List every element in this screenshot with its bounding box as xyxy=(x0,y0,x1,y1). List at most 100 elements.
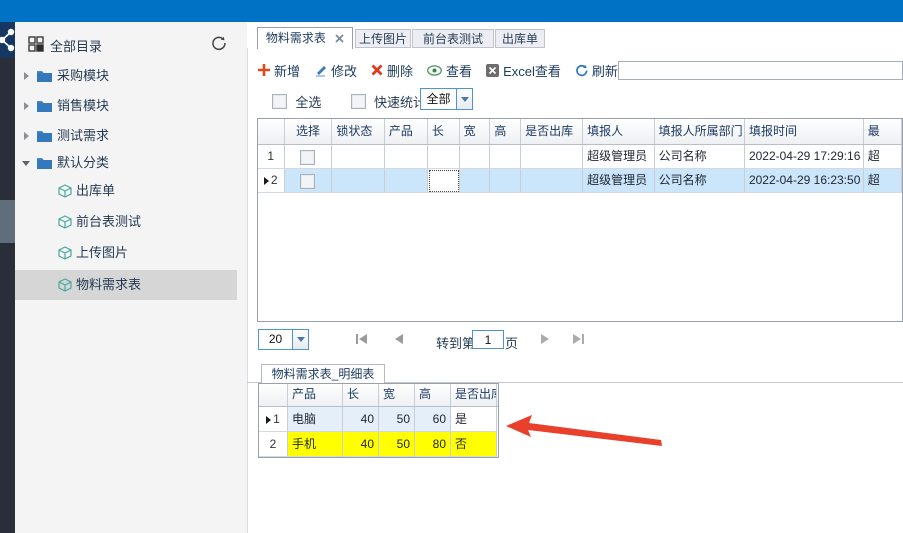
row-checkbox[interactable] xyxy=(300,174,315,189)
page-size-dropdown[interactable]: 20 xyxy=(258,329,309,350)
main-grid: 选择 锁状态 产品 长 宽 高 是否出库 填报人 填报人所属部门 填报时间 最 … xyxy=(257,118,903,322)
cell-length[interactable]: 40 xyxy=(343,432,379,457)
sidebar-item-outbound-order[interactable]: 出库单 xyxy=(15,176,247,206)
cell-time[interactable]: 2022-04-29 16:23:50 xyxy=(745,169,864,193)
delete-button[interactable]: 删除 xyxy=(371,61,413,80)
header-width[interactable]: 宽 xyxy=(460,119,491,144)
cell-width[interactable]: 50 xyxy=(379,432,415,457)
sidebar-item-default-category[interactable]: 默认分类 xyxy=(15,148,247,178)
sidebar-item-material-demand-selected[interactable]: 物料需求表 xyxy=(15,270,237,300)
header-product[interactable]: 产品 xyxy=(288,384,343,406)
table-row[interactable]: 1 超级管理员 公司名称 2022-04-29 17:29:16 超 xyxy=(258,145,902,169)
header-product[interactable]: 产品 xyxy=(385,119,428,144)
row-checkbox[interactable] xyxy=(300,150,315,165)
sidebar-item-test-demand[interactable]: 测试需求 xyxy=(15,121,247,151)
header-reporter-dept[interactable]: 填报人所属部门 xyxy=(655,119,745,144)
next-page-icon[interactable] xyxy=(540,333,550,345)
cell-width[interactable]: 50 xyxy=(379,407,415,432)
header-height[interactable]: 高 xyxy=(490,119,521,144)
cell-product[interactable]: 手机 xyxy=(288,432,343,457)
table-row-highlighted[interactable]: 2 手机 40 50 80 否 xyxy=(259,432,498,457)
cell-height[interactable] xyxy=(490,145,521,169)
cell-time[interactable]: 2022-04-29 17:29:16 xyxy=(745,145,864,169)
header-height[interactable]: 高 xyxy=(415,384,451,406)
sidebar-item-purchase-module[interactable]: 采购模块 xyxy=(15,61,247,91)
header-clipped[interactable]: 最 xyxy=(864,119,902,144)
cell-length[interactable]: 40 xyxy=(343,407,379,432)
collapse-arrow-icon[interactable] xyxy=(24,102,29,110)
sidebar-tree-panel: 全部目录 采购模块 销售模块 xyxy=(15,22,247,533)
cell-outbound[interactable]: 否 xyxy=(451,432,497,457)
cell-length[interactable] xyxy=(428,145,460,169)
cell-product[interactable] xyxy=(385,145,428,169)
cell-height[interactable]: 60 xyxy=(415,407,451,432)
cell-outbound[interactable] xyxy=(521,169,583,193)
first-page-icon[interactable] xyxy=(355,333,368,345)
header-report-time[interactable]: 填报时间 xyxy=(745,119,864,144)
search-input[interactable] xyxy=(618,61,903,80)
prev-page-icon[interactable] xyxy=(394,333,404,345)
header-outbound[interactable]: 是否出库 xyxy=(451,384,497,406)
cell-lockstate[interactable] xyxy=(332,145,385,169)
folder-icon xyxy=(37,99,52,112)
cell-product[interactable]: 电脑 xyxy=(288,407,343,432)
cell-length-focused[interactable] xyxy=(428,169,460,193)
sidebar-item-sales-module[interactable]: 销售模块 xyxy=(15,91,247,121)
expand-arrow-icon[interactable] xyxy=(22,161,30,166)
strip-scrollbar-thumb[interactable] xyxy=(0,200,15,243)
cell-clipped[interactable]: 超 xyxy=(864,145,902,169)
cell-height[interactable]: 80 xyxy=(415,432,451,457)
cube-icon xyxy=(58,215,72,229)
refresh-button[interactable]: 刷新 xyxy=(575,61,618,80)
last-page-icon[interactable] xyxy=(572,333,585,345)
cell-width[interactable] xyxy=(460,169,491,193)
header-length[interactable]: 长 xyxy=(428,119,460,144)
table-row-current[interactable]: 1 电脑 40 50 60 是 xyxy=(259,407,498,432)
tab-upload-image[interactable]: 上传图片 xyxy=(355,29,411,48)
excel-view-button[interactable]: Excel查看 xyxy=(486,61,561,80)
x-icon xyxy=(371,64,383,76)
cell-product[interactable] xyxy=(385,169,428,193)
cell-width[interactable] xyxy=(460,145,491,169)
refresh-label: 刷新 xyxy=(592,61,618,80)
header-lockstate[interactable]: 锁状态 xyxy=(332,119,385,144)
sidebar-item-upload-image[interactable]: 上传图片 xyxy=(15,238,247,268)
header-select[interactable]: 选择 xyxy=(285,119,333,144)
tab-close-icon[interactable] xyxy=(335,34,344,43)
cell-height[interactable] xyxy=(490,169,521,193)
goto-page-input[interactable] xyxy=(472,330,504,349)
tab-outbound-order[interactable]: 出库单 xyxy=(495,29,545,48)
sidebar-item-front-table-test[interactable]: 前台表测试 xyxy=(15,207,247,237)
tab-material-demand-active[interactable]: 物料需求表 xyxy=(257,27,353,49)
cube-icon xyxy=(58,184,72,198)
edit-label: 修改 xyxy=(331,61,357,80)
tab-detail-table[interactable]: 物料需求表_明细表 xyxy=(261,364,385,383)
quick-stats-checkbox[interactable] xyxy=(351,94,366,109)
cell-outbound[interactable] xyxy=(521,145,583,169)
table-row-selected[interactable]: 2 超级管理员 公司名称 2022-04-29 16:23:50 超 xyxy=(258,169,902,193)
chevron-down-icon[interactable] xyxy=(456,89,472,109)
left-dock-strip xyxy=(0,22,15,533)
cell-reporter[interactable]: 超级管理员 xyxy=(583,145,654,169)
collapse-arrow-icon[interactable] xyxy=(24,72,29,80)
cell-dept[interactable]: 公司名称 xyxy=(655,169,745,193)
add-label: 新增 xyxy=(274,61,300,80)
cell-clipped[interactable]: 超 xyxy=(864,169,902,193)
add-button[interactable]: 新增 xyxy=(258,61,300,80)
cell-lockstate[interactable] xyxy=(332,169,385,193)
header-reporter[interactable]: 填报人 xyxy=(583,119,654,144)
scope-dropdown[interactable]: 全部 xyxy=(420,88,473,110)
tab-front-table-test[interactable]: 前台表测试 xyxy=(412,29,494,48)
header-outbound[interactable]: 是否出库 xyxy=(521,119,583,144)
view-button[interactable]: 查看 xyxy=(427,61,472,80)
header-width[interactable]: 宽 xyxy=(379,384,415,406)
cell-dept[interactable]: 公司名称 xyxy=(655,145,745,169)
cell-outbound[interactable]: 是 xyxy=(451,407,497,432)
edit-button[interactable]: 修改 xyxy=(314,61,357,80)
sidebar-refresh-icon[interactable] xyxy=(211,35,227,51)
header-length[interactable]: 长 xyxy=(343,384,379,406)
select-all-checkbox[interactable] xyxy=(272,94,287,109)
collapse-arrow-icon[interactable] xyxy=(24,132,29,140)
cell-reporter[interactable]: 超级管理员 xyxy=(583,169,654,193)
chevron-down-icon[interactable] xyxy=(292,330,308,349)
